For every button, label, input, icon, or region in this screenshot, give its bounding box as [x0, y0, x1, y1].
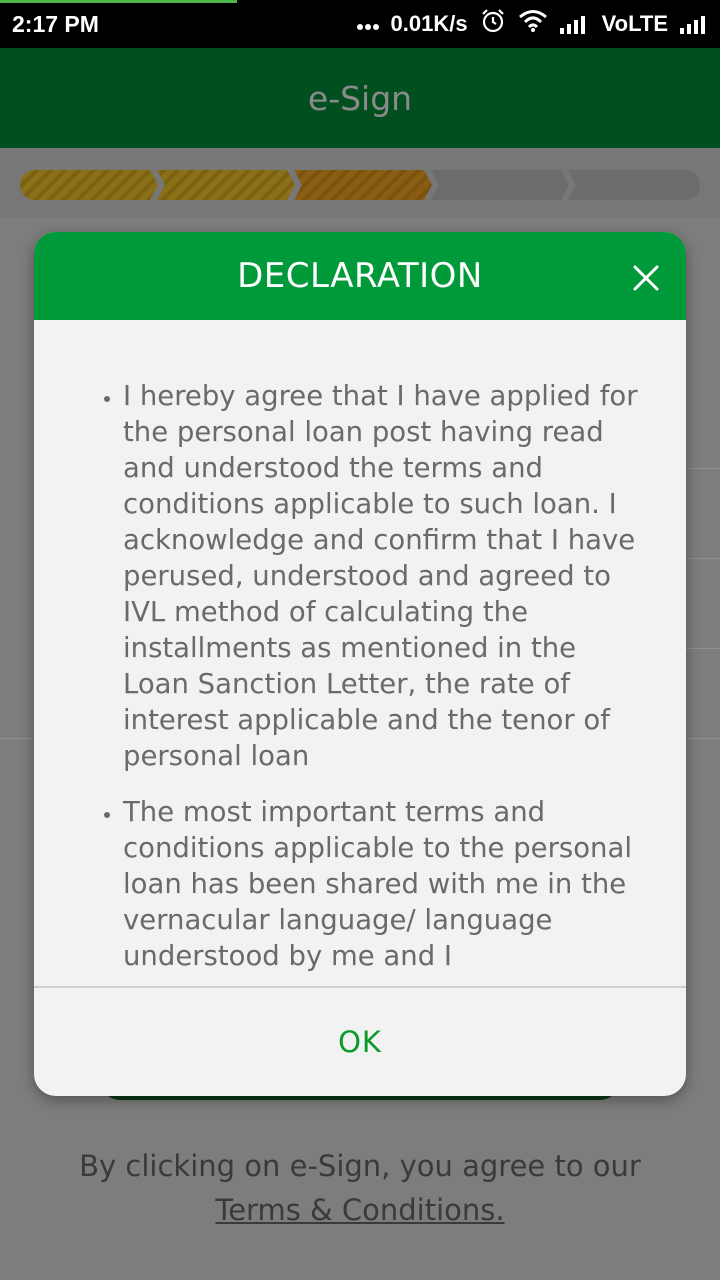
stepper-step-3 — [294, 170, 432, 200]
status-icons: 0.01K/s VoLTE — [356, 8, 710, 40]
declaration-dialog: DECLARATION I hereby agree that I have a… — [34, 232, 686, 1096]
network-speed: 0.01K/s — [390, 11, 468, 36]
page-title: e-Sign — [307, 78, 413, 118]
status-bar: 2:17 PM 0.01K/s VoLTE — [0, 0, 720, 48]
alarm-icon — [480, 8, 506, 40]
status-time: 2:17 PM — [12, 11, 99, 37]
terms-link[interactable]: Terms & Conditions. — [215, 1193, 504, 1227]
declaration-item: The most important terms and conditions … — [123, 794, 646, 974]
more-dots-icon — [356, 11, 379, 37]
declaration-list: I hereby agree that I have applied for t… — [34, 320, 686, 974]
footer-consent: By clicking on e-Sign, you agree to our … — [0, 1144, 720, 1232]
wifi-icon — [518, 9, 548, 39]
app-header: e-Sign — [0, 48, 720, 148]
divider — [686, 648, 720, 649]
page-load-progress — [0, 0, 237, 3]
dialog-header: DECLARATION — [34, 232, 686, 320]
divider — [686, 558, 720, 559]
progress-stepper — [20, 170, 700, 200]
ok-button[interactable]: OK — [34, 988, 686, 1096]
stepper-step-1 — [20, 170, 158, 200]
stepper-area — [0, 148, 720, 218]
stepper-step-5 — [568, 170, 700, 200]
signal-icon — [559, 14, 590, 34]
close-icon — [633, 265, 659, 291]
close-button[interactable] — [630, 262, 662, 294]
footer-consent-text: By clicking on e-Sign, you agree to our — [79, 1149, 641, 1183]
network-label: VoLTE — [601, 11, 668, 36]
signal-icon — [680, 14, 710, 34]
declaration-scroll-area[interactable]: I hereby agree that I have applied for t… — [34, 320, 686, 986]
divider — [686, 468, 720, 469]
dialog-title: DECLARATION — [237, 256, 483, 296]
stepper-step-4 — [431, 170, 569, 200]
stepper-step-2 — [157, 170, 295, 200]
declaration-item: I hereby agree that I have applied for t… — [123, 378, 646, 774]
